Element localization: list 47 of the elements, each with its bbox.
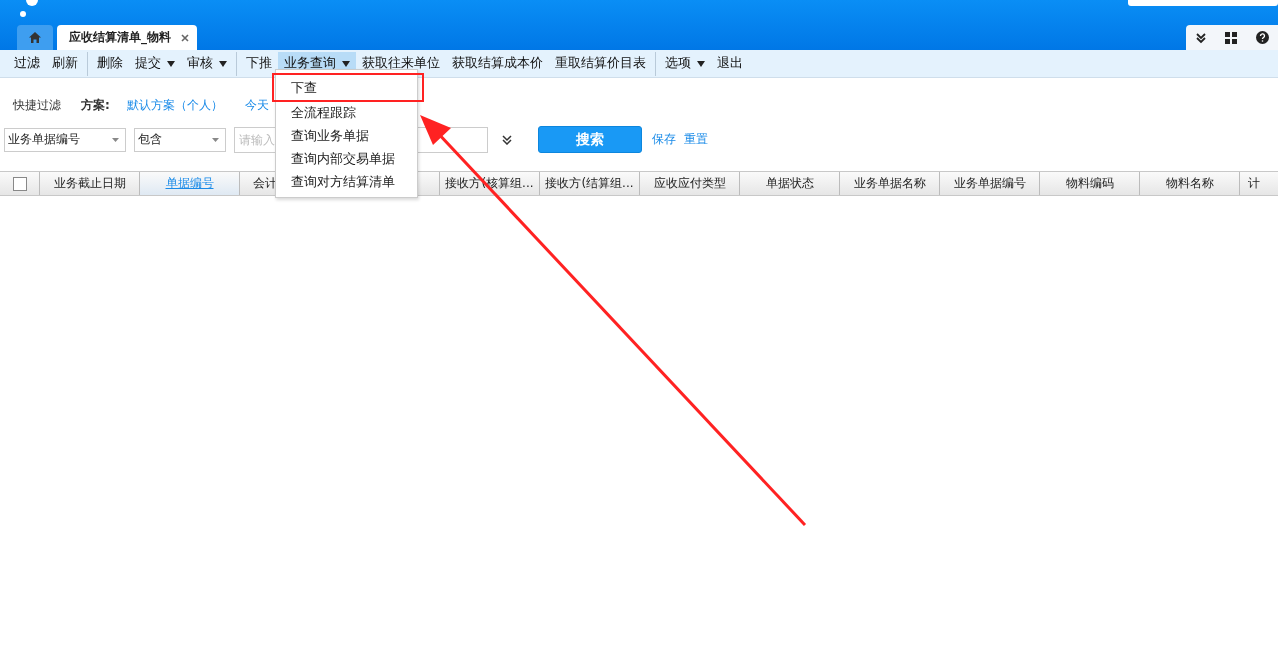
scheme-link[interactable]: 今天 <box>244 96 269 114</box>
menu-item[interactable]: 查询内部交易单据 <box>276 147 417 170</box>
column-header: 业务单据编号 <box>940 172 1040 195</box>
column-header: 应收应付类型 <box>640 172 740 195</box>
quick-filter-label: 快捷过滤 <box>13 96 61 114</box>
column-header: 计 <box>1240 172 1278 195</box>
caret-icon <box>212 137 219 142</box>
caret-icon <box>342 60 350 67</box>
reset-link[interactable]: 重置 <box>684 131 708 148</box>
toolbar-button[interactable]: 刷新 <box>46 51 84 76</box>
home-tab[interactable] <box>17 25 53 50</box>
toolbar-button[interactable]: 选项 <box>655 51 711 76</box>
caret-icon <box>219 60 227 67</box>
home-icon <box>29 32 41 43</box>
toolbar-button[interactable]: 提交 <box>129 51 181 76</box>
column-header: 业务单据名称 <box>840 172 940 195</box>
toolbar-button[interactable]: 重取结算价目表 <box>549 51 652 76</box>
document-tab[interactable]: 应收结算清单_物料 <box>57 25 197 50</box>
toolbar-button[interactable]: 获取结算成本价 <box>446 51 549 76</box>
column-header: 单据状态 <box>740 172 840 195</box>
grid-icon[interactable] <box>1225 31 1238 44</box>
double-chevron-icon[interactable] <box>1195 31 1208 44</box>
scheme-label: 方案: <box>81 96 110 114</box>
field-select[interactable]: 业务单据编号 <box>4 127 126 152</box>
logo-dots-icon <box>20 0 38 17</box>
menu-item[interactable]: 查询业务单据 <box>276 124 417 147</box>
caret-icon <box>167 60 175 67</box>
menu-item[interactable]: 全流程跟踪 <box>276 101 417 124</box>
toolbar-button[interactable]: 获取往来单位 <box>356 51 446 76</box>
double-chevron-icon[interactable] <box>502 134 512 145</box>
toolbar-button[interactable]: 删除 <box>87 51 129 76</box>
operator-select[interactable]: 包含 <box>134 127 226 152</box>
column-header: 物料名称 <box>1140 172 1240 195</box>
toolbar-button[interactable]: 审核 <box>181 51 233 76</box>
column-header: 物料编码 <box>1040 172 1140 195</box>
toolbar-button[interactable]: 退出 <box>711 51 749 76</box>
select-all-checkbox[interactable] <box>12 176 27 191</box>
tab-label: 应收结算清单_物料 <box>69 29 171 46</box>
scheme-link[interactable]: 默认方案（个人） <box>126 96 223 114</box>
help-icon[interactable] <box>1255 31 1269 44</box>
toolbar-button[interactable]: 过滤 <box>8 51 46 76</box>
menu-item[interactable]: 下查 <box>273 74 423 101</box>
close-icon[interactable] <box>181 33 189 42</box>
caret-icon <box>697 60 705 67</box>
save-link[interactable]: 保存 <box>652 131 676 148</box>
caret-icon <box>112 137 119 142</box>
column-header: 接收方(结算组... <box>540 172 640 195</box>
